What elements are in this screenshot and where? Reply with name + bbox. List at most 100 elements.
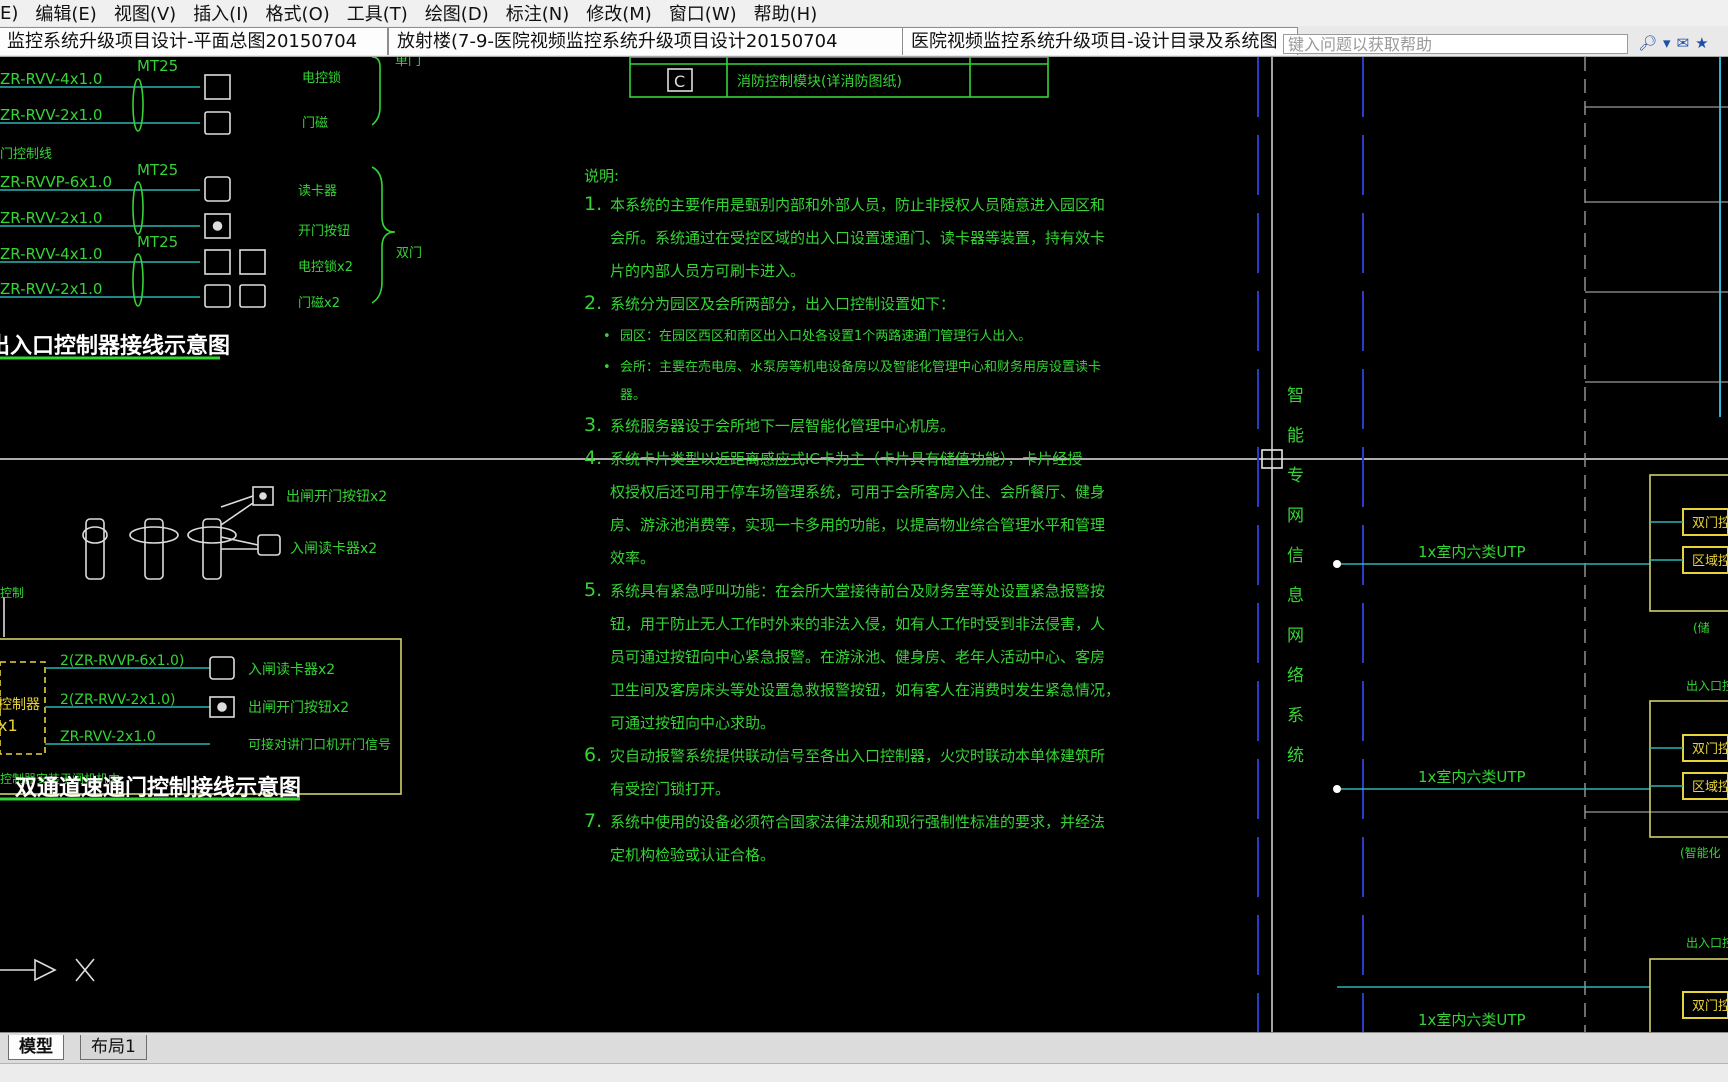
device-label: 电控锁x2	[298, 259, 353, 275]
menu-item[interactable]: 标注(N)	[506, 0, 587, 26]
menu-item[interactable]: 绘图(D)	[425, 0, 506, 26]
menu-item[interactable]: E)	[0, 3, 35, 24]
network-label-char: 专	[1287, 466, 1304, 486]
note-line: 权授权后还可用于停车场管理系统，可用于会所客房入住、会所餐厅、健身	[610, 483, 1105, 501]
menu-item[interactable]: 格式(O)	[266, 0, 347, 26]
note-line: 定机构检验或认证合格。	[610, 846, 775, 864]
note-number: 1.	[584, 193, 602, 215]
group-label: 双门	[396, 246, 422, 261]
note-line: 片的内部人员方可刷卡进入。	[610, 262, 805, 280]
legend-symbol-C: C	[674, 72, 685, 91]
note-bullet: •	[603, 329, 611, 344]
note-number: 4.	[584, 447, 602, 469]
cable-label: ZR-RVV-4x1.0	[0, 70, 102, 88]
gate-box-label: 出闸开门按钮x2	[248, 700, 349, 716]
network-label-char: 络	[1287, 666, 1304, 686]
dual-gate-wiring-title: 双通道速通门控制接线示意图	[15, 775, 301, 801]
right-box-label: 双门控	[1692, 999, 1728, 1014]
search-icon[interactable]: 🔎︎	[1638, 34, 1657, 54]
communication-center-icon[interactable]: ✉	[1677, 34, 1690, 54]
doc-tab-site-plan[interactable]: 监控系统升级项目设计-平面总图20150704	[0, 27, 388, 55]
menu-item[interactable]: 窗口(W)	[669, 0, 754, 26]
menu-item[interactable]: 帮助(H)	[754, 0, 835, 26]
gate-box-cable: 2(ZR-RVVP-6x1.0)	[60, 653, 184, 669]
conduit-label: MT25	[137, 233, 178, 251]
menu-item[interactable]: 插入(I)	[193, 0, 265, 26]
network-label-char: 网	[1287, 506, 1304, 526]
help-search-input[interactable]: 键入问题以获取帮助	[1283, 34, 1628, 54]
device-label: 门磁x2	[298, 296, 340, 311]
note-line: 系统卡片类型以近距离感应式IC卡为主（卡片具有储值功能），卡片经授	[610, 450, 1082, 468]
right-box-label: 区域控	[1692, 780, 1728, 795]
network-label-char: 智	[1287, 386, 1304, 406]
cable-label: ZR-RVV-2x1.0	[0, 106, 102, 124]
favorites-icon[interactable]: ★	[1695, 34, 1708, 54]
device-label: 读卡器	[298, 184, 337, 199]
cable-label: ZR-RVV-2x1.0	[0, 209, 102, 227]
menu-item[interactable]: 视图(V)	[114, 0, 193, 26]
note-line: 系统分为园区及会所两部分，出入口控制设置如下：	[610, 295, 955, 313]
note-line: 可通过按钮向中心求助。	[610, 714, 775, 732]
gate-left-tag: 控制	[0, 586, 24, 600]
note-line: 会所。系统通过在受控区域的出入口设置速通门、读卡器等装置，持有效卡	[610, 229, 1105, 247]
notes-heading: 说明:	[584, 167, 619, 185]
network-label-char: 能	[1287, 426, 1304, 446]
doc-tab-radiology[interactable]: 放射楼(7-9-医院视频监控系统升级项目设计20150704	[388, 27, 906, 55]
note-line: 效率。	[610, 549, 655, 567]
tab-layout1[interactable]: 布局1	[80, 1035, 147, 1060]
utp-cable-label: 1x室内六类UTP	[1418, 543, 1526, 561]
menu-item[interactable]: 修改(M)	[586, 0, 669, 26]
conduit-label: MT25	[137, 57, 178, 75]
network-label-char: 统	[1287, 746, 1304, 766]
right-small-label: 出入口控	[1686, 936, 1728, 950]
device-label: 开门按钮	[298, 224, 350, 239]
right-partial-label: (智能化	[1680, 845, 1721, 860]
right-partial-label: (储	[1693, 620, 1710, 635]
right-small-label: 出入口控	[1686, 679, 1728, 693]
note-number: 2.	[584, 292, 602, 314]
note-number: 5.	[584, 579, 602, 601]
note-line: 本系统的主要作用是甄别内部和外部人员，防止非授权人员随意进入园区和	[610, 196, 1105, 214]
note-line: 房、游泳池消费等，实现一卡多用的功能，以提高物业综合管理水平和管理	[610, 516, 1105, 534]
gate-device-label: 入闸读卡器x2	[290, 540, 377, 557]
right-box-label: 双门控	[1692, 742, 1728, 757]
status-bar	[0, 1063, 1728, 1082]
note-line: 卫生间及客房床头等处设置急救报警按钮，如有客人在消费时发生紧急情况，	[610, 681, 1120, 699]
legend-description: 消防控制模块(详消防图纸)	[737, 74, 902, 90]
note-line: 器。	[620, 388, 646, 403]
doc-tab-system-diagram[interactable]: 医院视频监控系统升级项目-设计目录及系统图	[902, 27, 1298, 55]
right-box-label: 区域控	[1692, 554, 1728, 569]
note-number: 3.	[584, 414, 602, 436]
network-label-char: 网	[1287, 626, 1304, 646]
note-line: 系统具有紧急呼叫功能：在会所大堂接待前台及财务室等处设置紧急报警按	[610, 582, 1105, 600]
note-line: 员可通过按钮向中心紧急报警。在游泳池、健身房、老年人活动中心、客房	[610, 648, 1105, 666]
gate-controller-label: 控制器	[0, 697, 40, 713]
note-line: 钮，用于防止无人工作时外来的非法入侵，如有人工作时受到非法侵害，人	[610, 615, 1105, 633]
note-line: 系统中使用的设备必须符合国家法律法规和现行强制性标准的要求，并经法	[610, 813, 1105, 831]
device-label: 门磁	[302, 116, 328, 131]
conduit-label: MT25	[137, 161, 178, 179]
right-box-label: 双门控	[1692, 516, 1728, 531]
gate-controller-qty: x1	[0, 716, 18, 735]
drawing-canvas[interactable]: ZR-RVV-4x1.0 ZR-RVV-2x1.0 ZR-RVVP-6x1.0 …	[0, 57, 1728, 1032]
cable-label: ZR-RVV-4x1.0	[0, 245, 102, 263]
entry-control-wiring-title: 出入口控制器接线示意图	[0, 333, 230, 359]
gate-device-label: 出闸开门按钮x2	[286, 489, 387, 505]
note-line: 系统服务器设于会所地下一层智能化管理中心机房。	[610, 417, 955, 435]
note-line: 有受控门锁打开。	[610, 780, 730, 798]
note-line: 灾自动报警系统提供联动信号至各出入口控制器，火灾时联动本单体建筑所	[610, 747, 1105, 765]
tab-model[interactable]: 模型	[8, 1035, 64, 1060]
gate-box-cable: 2(ZR-RVV-2x1.0)	[60, 692, 175, 708]
menu-item[interactable]: 工具(T)	[347, 0, 425, 26]
network-label-char: 息	[1287, 586, 1304, 606]
menu-item[interactable]: 编辑(E)	[35, 0, 113, 26]
network-label-char: 系	[1287, 706, 1304, 726]
cable-label: ZR-RVV-2x1.0	[0, 280, 102, 298]
dropdown-icon[interactable]: ▾	[1663, 34, 1671, 54]
group-label: 单门	[395, 57, 421, 69]
utp-cable-label: 1x室内六类UTP	[1418, 768, 1526, 786]
help-toolbar: 🔎︎ ▾ ✉ ★	[1638, 34, 1709, 54]
gate-box-cable: ZR-RVV-2x1.0	[60, 729, 156, 745]
layout-tab-bar: 模型 布局1	[0, 1032, 1728, 1082]
note-number: 6.	[584, 744, 602, 766]
